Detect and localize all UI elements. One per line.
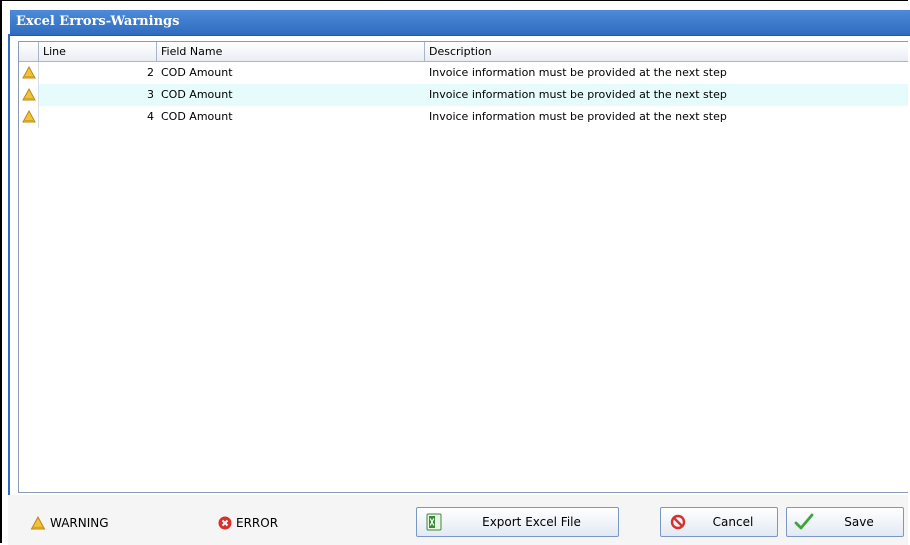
window-title: Excel Errors-Warnings <box>16 14 180 29</box>
excel-file-icon <box>423 511 445 533</box>
row-description: Invoice information must be provided at … <box>429 88 727 101</box>
table-row[interactable]: 3 COD Amount Invoice information must be… <box>19 84 908 106</box>
header-field-name[interactable]: Field Name <box>157 42 425 62</box>
errors-warnings-grid[interactable]: Line Field Name Description 2 COD Amount… <box>18 41 908 493</box>
export-button-label: Export Excel File <box>482 515 581 529</box>
row-field-name: COD Amount <box>161 110 233 123</box>
legend-warning: WARNING <box>30 516 109 530</box>
row-icon-cell <box>19 62 39 84</box>
grid-header: Line Field Name Description <box>19 42 908 62</box>
cancel-button[interactable]: Cancel <box>660 507 778 537</box>
legend-warning-label: WARNING <box>50 516 109 530</box>
legend-error: ERROR <box>218 516 278 530</box>
warning-legend-icon <box>30 516 46 530</box>
header-description[interactable]: Description <box>425 42 908 62</box>
row-description: Invoice information must be provided at … <box>429 110 727 123</box>
cancel-button-label: Cancel <box>712 515 754 529</box>
table-row[interactable]: 4 COD Amount Invoice information must be… <box>19 106 908 128</box>
warning-icon <box>22 88 36 101</box>
warning-icon <box>22 66 36 79</box>
title-bar: Excel Errors-Warnings <box>10 10 910 36</box>
grid-rows: 2 COD Amount Invoice information must be… <box>19 62 908 128</box>
table-row[interactable]: 2 COD Amount Invoice information must be… <box>19 62 908 84</box>
checkmark-icon <box>793 511 815 533</box>
row-line: 3 <box>147 88 154 101</box>
warning-icon <box>22 110 36 123</box>
save-button-label: Save <box>844 515 874 529</box>
header-line[interactable]: Line <box>39 42 157 62</box>
header-icon-column[interactable] <box>19 42 39 62</box>
row-line: 2 <box>147 66 154 79</box>
legend-error-label: ERROR <box>236 516 279 530</box>
export-excel-button[interactable]: Export Excel File <box>416 507 619 537</box>
error-legend-icon <box>218 516 232 530</box>
row-line: 4 <box>147 110 154 123</box>
row-description: Invoice information must be provided at … <box>429 66 727 79</box>
row-icon-cell <box>19 84 39 106</box>
row-icon-cell <box>19 106 39 128</box>
cancel-icon <box>667 511 689 533</box>
save-button[interactable]: Save <box>786 507 904 537</box>
row-field-name: COD Amount <box>161 88 233 101</box>
window-left-border <box>8 34 10 544</box>
row-field-name: COD Amount <box>161 66 233 79</box>
